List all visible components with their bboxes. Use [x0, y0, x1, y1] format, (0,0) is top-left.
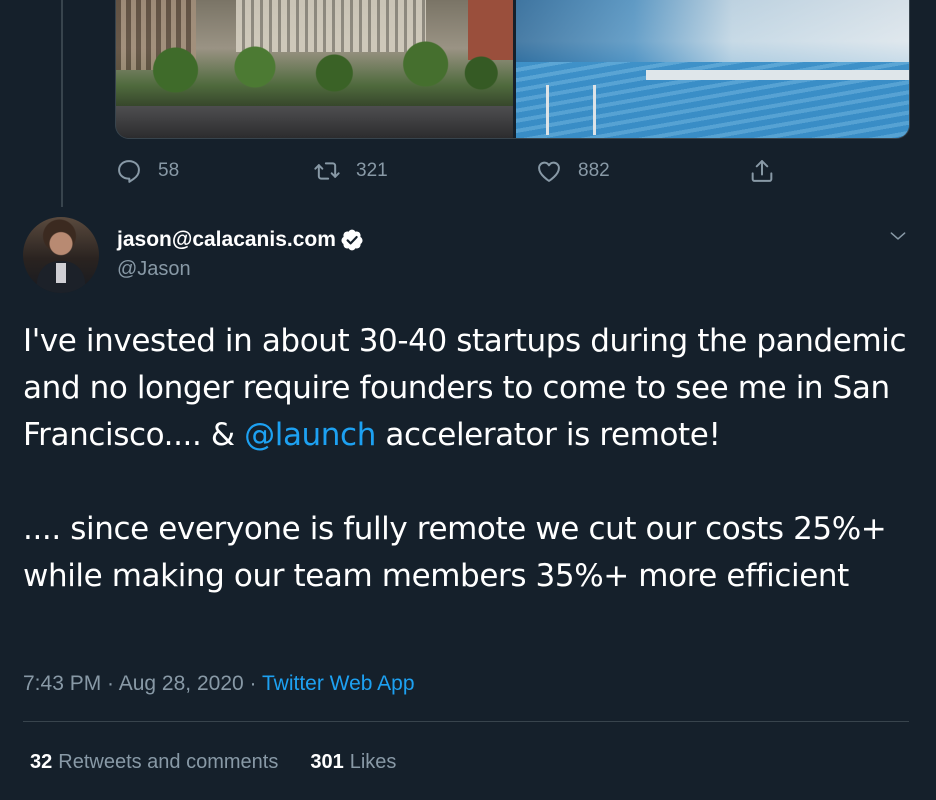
retweets-label: Retweets and comments	[58, 751, 279, 773]
street	[116, 106, 513, 138]
retweet-button[interactable]: 321	[313, 155, 388, 187]
meta-separator: ·	[101, 672, 119, 695]
verified-badge-icon	[341, 229, 363, 251]
pool-mosaic-wall	[516, 0, 909, 62]
tweet-meta: 7:43 PM · Aug 28, 2020 · Twitter Web App	[23, 672, 415, 696]
tweet-paragraph-2: .... since everyone is fully remote we c…	[23, 511, 887, 594]
chevron-down-icon[interactable]	[888, 226, 908, 246]
share-icon	[751, 160, 773, 182]
avatar[interactable]	[23, 217, 99, 293]
pool-deck	[646, 70, 909, 80]
tweet-text-part-2: accelerator is remote!	[375, 417, 721, 453]
likes-stat[interactable]: 301 Likes	[310, 751, 396, 774]
heart-icon	[538, 161, 560, 182]
retweets-stat[interactable]: 32 Retweets and comments	[30, 751, 278, 774]
like-button[interactable]: 882	[535, 155, 610, 187]
likes-label: Likes	[349, 751, 397, 773]
reply-icon	[118, 160, 140, 183]
pool-photo[interactable]	[516, 0, 909, 138]
building-photo[interactable]	[116, 0, 513, 138]
retweet-icon	[314, 162, 340, 180]
avatar-shirt	[56, 263, 66, 283]
tweet-text: I've invested in about 30-40 startups du…	[23, 318, 918, 600]
mention-link[interactable]: @launch	[244, 417, 376, 453]
tweet-stats: 32 Retweets and comments 301 Likes	[30, 751, 396, 774]
author-display-name[interactable]: jason@calacanis.com	[117, 228, 336, 252]
pool-ladder	[546, 85, 596, 135]
tweet-paragraph-1: I've invested in about 30-40 startups du…	[23, 318, 918, 459]
thread-connector-line	[61, 0, 63, 207]
reply-button[interactable]: 58	[115, 155, 179, 187]
retweets-count: 32	[30, 751, 53, 773]
reply-count: 58	[158, 160, 180, 181]
author-display-name-row[interactable]: jason@calacanis.com	[117, 226, 364, 254]
tweet-source-link[interactable]: Twitter Web App	[262, 672, 415, 695]
street-trees	[116, 40, 513, 100]
retweet-count: 321	[356, 160, 388, 181]
author-block: jason@calacanis.com @Jason	[117, 226, 364, 281]
tweet-date[interactable]: Aug 28, 2020	[119, 672, 244, 695]
meta-separator: ·	[243, 672, 262, 695]
share-button[interactable]	[748, 155, 776, 187]
likes-count: 301	[310, 751, 344, 773]
author-handle[interactable]: @Jason	[117, 258, 364, 281]
like-count: 882	[578, 160, 610, 181]
divider	[23, 721, 909, 722]
previous-tweet-media	[115, 0, 910, 139]
previous-tweet-actions: 58 321 882	[115, 155, 775, 187]
tweet-thread: 58 321 882 jason@calacanis.com @Jason I'…	[0, 0, 936, 800]
tweet-time[interactable]: 7:43 PM	[23, 672, 101, 695]
